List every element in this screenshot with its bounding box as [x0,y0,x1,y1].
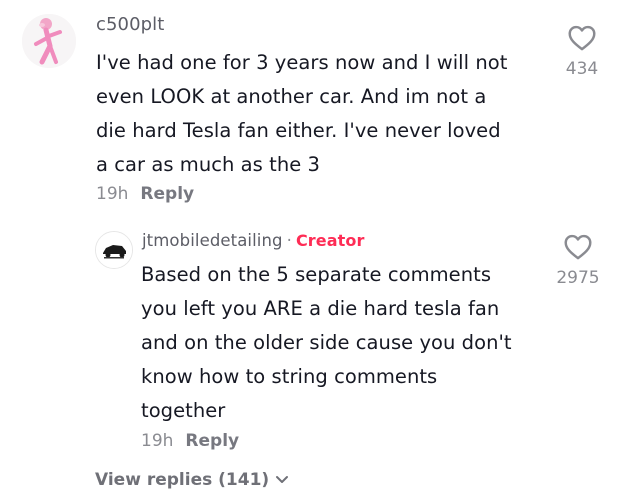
avatar[interactable] [95,231,133,269]
view-replies-label: View replies (141) [95,470,270,490]
comment-like[interactable]: 434 [552,24,612,79]
reply-timestamp: 19h [141,431,174,451]
comment-username[interactable]: c500plt [96,14,164,35]
creator-badge: Creator [295,231,365,250]
reply-header: jtmobiledetailing · Creator [142,231,364,250]
car-logo-avatar-image [96,232,132,268]
reply-text-line: you left you ARE a die hard tesla fan [141,297,500,320]
comment-text-line: die hard Tesla fan either. I've never lo… [96,119,501,142]
reply-text: Based on the 5 separate comments you lef… [141,258,512,428]
pink-panther-avatar-image [22,14,76,68]
reply-username[interactable]: jtmobiledetailing [142,231,283,250]
comment-text-line: a car as much as the 3 [96,153,320,176]
like-count: 2975 [556,268,600,288]
reply-text-line: know how to string comments [141,365,438,388]
reply-meta: 19h Reply [141,431,239,451]
comment-text: I've had one for 3 years now and I will … [96,46,507,182]
comment-meta: 19h Reply [96,184,194,204]
comment-text-line: even LOOK at another car. And im not a [96,85,487,108]
like-count: 434 [565,59,599,79]
reply-text-line: Based on the 5 separate comments [141,263,492,286]
view-replies-button[interactable]: View replies (141) [95,470,289,490]
reply-text-line: and on the older side cause you don't [141,331,512,354]
comment-timestamp: 19h [96,184,129,204]
reply-text-line: together [141,399,226,422]
reply-button[interactable]: Reply [185,431,239,451]
avatar[interactable] [22,14,76,68]
heart-outline-icon[interactable] [567,24,597,51]
comment-text-line: I've had one for 3 years now and I will … [96,51,508,74]
reply-like[interactable]: 2975 [548,233,608,288]
separator-dot: · [286,231,292,250]
heart-outline-icon[interactable] [563,233,593,260]
reply-button[interactable]: Reply [140,184,194,204]
chevron-down-icon [276,476,289,483]
